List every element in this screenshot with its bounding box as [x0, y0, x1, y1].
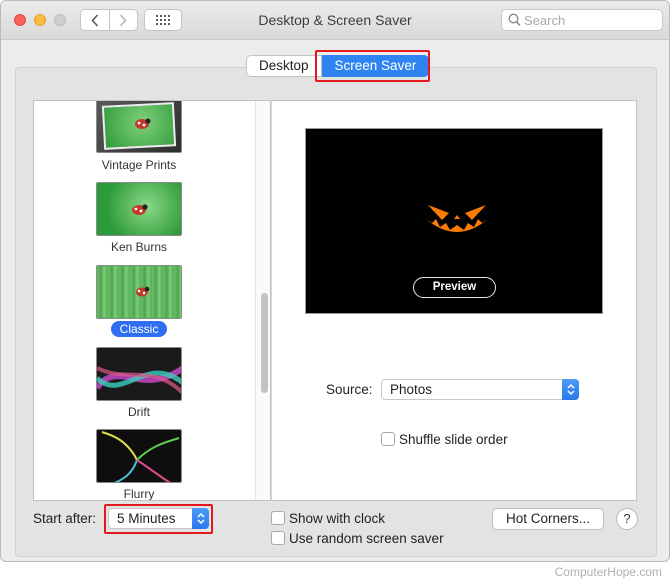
title-bar: Desktop & Screen Saver: [1, 1, 669, 40]
random-saver-checkbox[interactable]: [271, 531, 285, 545]
list-item[interactable]: Classic: [34, 264, 255, 339]
preview-button[interactable]: Preview: [413, 277, 496, 298]
source-dropdown[interactable]: Photos: [381, 379, 579, 400]
vintage-prints-thumbnail: [96, 101, 182, 153]
ladybug-icon: [135, 118, 151, 129]
hot-corners-button[interactable]: Hot Corners...: [492, 508, 604, 530]
tab-bar: Desktop Screen Saver: [246, 55, 430, 77]
list-item[interactable]: Drift: [34, 346, 255, 421]
search-field[interactable]: [501, 9, 663, 31]
ken-burns-thumbnail: [96, 182, 182, 236]
drift-thumbnail: [96, 347, 182, 401]
drift-pattern-icon: [97, 365, 181, 394]
saver-label: Flurry: [123, 487, 155, 501]
start-after-label: Start after:: [33, 511, 97, 526]
ladybug-icon: [136, 286, 150, 297]
list-item[interactable]: Ken Burns: [34, 181, 255, 256]
show-clock-label: Show with clock: [289, 511, 386, 526]
source-label: Source:: [326, 382, 373, 397]
flurry-thumbnail: [96, 429, 182, 483]
saver-label-selected: Classic: [34, 321, 244, 337]
ladybug-icon: [132, 204, 148, 215]
help-button[interactable]: ?: [616, 508, 638, 530]
watermark: ComputerHope.com: [554, 565, 662, 579]
show-clock-checkbox[interactable]: [271, 511, 285, 525]
tab-desktop[interactable]: Desktop: [246, 55, 322, 77]
saver-label: Vintage Prints: [101, 158, 177, 172]
list-item[interactable]: Vintage Prints: [34, 101, 255, 173]
preview-screen: Preview: [305, 128, 603, 314]
list-scrollbar[interactable]: [255, 101, 270, 500]
pumpkin-face-icon: [426, 205, 488, 232]
flurry-pattern-icon: [101, 431, 180, 482]
shuffle-checkbox[interactable]: [381, 432, 395, 446]
classic-thumbnail: [96, 265, 182, 319]
dropdown-arrows-icon: [192, 508, 209, 529]
screen-saver-list: Vintage Prints Ken Burns Classic Drift F…: [33, 100, 271, 501]
random-saver-label: Use random screen saver: [289, 531, 444, 546]
dropdown-arrows-icon: [562, 379, 579, 400]
start-after-value: 5 Minutes: [117, 511, 176, 526]
saver-label: Drift: [128, 405, 150, 419]
search-icon: [508, 13, 521, 27]
source-value: Photos: [390, 382, 433, 397]
saver-label: Ken Burns: [110, 240, 168, 254]
start-after-dropdown[interactable]: 5 Minutes: [108, 508, 209, 529]
list-item[interactable]: Flurry: [34, 428, 255, 501]
shuffle-label: Shuffle slide order: [399, 432, 508, 447]
scrollbar-thumb[interactable]: [261, 293, 268, 393]
tab-screen-saver[interactable]: Screen Saver: [321, 55, 430, 77]
search-input[interactable]: [524, 12, 658, 28]
